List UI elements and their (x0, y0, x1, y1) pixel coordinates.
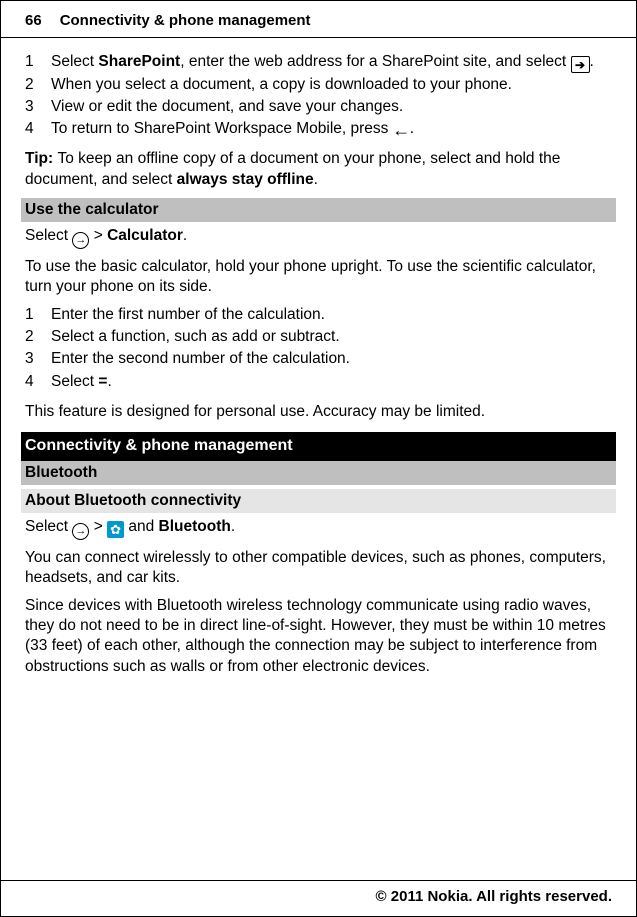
tip-label: Tip: (25, 150, 57, 167)
start-circle-icon: → (72, 232, 89, 249)
connectivity-heading: Connectivity & phone management (21, 432, 616, 461)
start-circle-icon: → (72, 523, 89, 540)
bluetooth-about-heading: About Bluetooth connectivity (21, 489, 616, 513)
step-number: 1 (25, 52, 51, 74)
bold-term: Calculator (107, 227, 183, 244)
page-content: 1 Select SharePoint, enter the web addre… (1, 38, 636, 677)
calculator-heading: Use the calculator (21, 198, 616, 222)
text-fragment: Select (25, 518, 72, 535)
header-title: Connectivity & phone management (60, 11, 311, 31)
bluetooth-paragraph-2: Since devices with Bluetooth wireless te… (25, 596, 612, 677)
bluetooth-paragraph-1: You can connect wirelessly to other comp… (25, 548, 612, 588)
text-fragment: Select (25, 227, 72, 244)
settings-icon: ✿ (107, 521, 124, 538)
step-text: When you select a document, a copy is do… (51, 75, 612, 95)
page-footer: © 2011 Nokia. All rights reserved. (1, 880, 636, 917)
list-item: 1 Enter the first number of the calculat… (25, 305, 612, 325)
text-fragment: and (124, 518, 158, 535)
page-number: 66 (25, 11, 42, 31)
go-arrow-icon: ➔ (571, 56, 590, 73)
step-text: To return to SharePoint Workspace Mobile… (51, 119, 612, 139)
list-item: 1 Select SharePoint, enter the web addre… (25, 52, 612, 74)
calculator-note: This feature is designed for personal us… (25, 402, 612, 422)
step-number: 2 (25, 327, 51, 347)
bold-term: always stay offline (177, 171, 314, 188)
text-fragment: > (89, 227, 107, 244)
step-number: 4 (25, 119, 51, 139)
calculator-steps: 1 Enter the first number of the calculat… (25, 305, 612, 392)
text-fragment: . (183, 227, 187, 244)
step-text: Enter the second number of the calculati… (51, 349, 612, 369)
step-number: 4 (25, 372, 51, 392)
list-item: 4 Select =. (25, 372, 612, 392)
bluetooth-heading: Bluetooth (21, 461, 616, 485)
text-fragment: . (314, 171, 318, 188)
step-text: View or edit the document, and save your… (51, 97, 612, 117)
step-text: Select SharePoint, enter the web address… (51, 52, 612, 74)
step-number: 3 (25, 97, 51, 117)
text-fragment: Select (51, 53, 98, 70)
step-number: 2 (25, 75, 51, 95)
calculator-select-line: Select → > Calculator. (25, 226, 612, 249)
text-fragment: Select (51, 373, 98, 390)
step-number: 3 (25, 349, 51, 369)
page-header: 66 Connectivity & phone management (1, 1, 636, 38)
list-item: 3 View or edit the document, and save yo… (25, 97, 612, 117)
tip-paragraph: Tip: To keep an offline copy of a docume… (25, 149, 612, 189)
list-item: 4 To return to SharePoint Workspace Mobi… (25, 119, 612, 139)
bold-term: SharePoint (98, 53, 180, 70)
calculator-description: To use the basic calculator, hold your p… (25, 257, 612, 297)
list-item: 2 When you select a document, a copy is … (25, 75, 612, 95)
list-item: 3 Enter the second number of the calcula… (25, 349, 612, 369)
back-arrow-icon: ← (393, 122, 410, 139)
sharepoint-steps: 1 Select SharePoint, enter the web addre… (25, 52, 612, 140)
bold-term: Bluetooth (159, 518, 231, 535)
list-item: 2 Select a function, such as add or subt… (25, 327, 612, 347)
text-fragment: . (231, 518, 235, 535)
step-text: Enter the first number of the calculatio… (51, 305, 612, 325)
text-fragment: . (107, 373, 111, 390)
step-text: Select a function, such as add or subtra… (51, 327, 612, 347)
bluetooth-select-line: Select → > ✿ and Bluetooth. (25, 517, 612, 540)
step-text: Select =. (51, 372, 612, 392)
text-fragment: > (89, 518, 107, 535)
step-number: 1 (25, 305, 51, 325)
text-fragment: To return to SharePoint Workspace Mobile… (51, 120, 393, 137)
text-fragment: , enter the web address for a SharePoint… (180, 53, 570, 70)
